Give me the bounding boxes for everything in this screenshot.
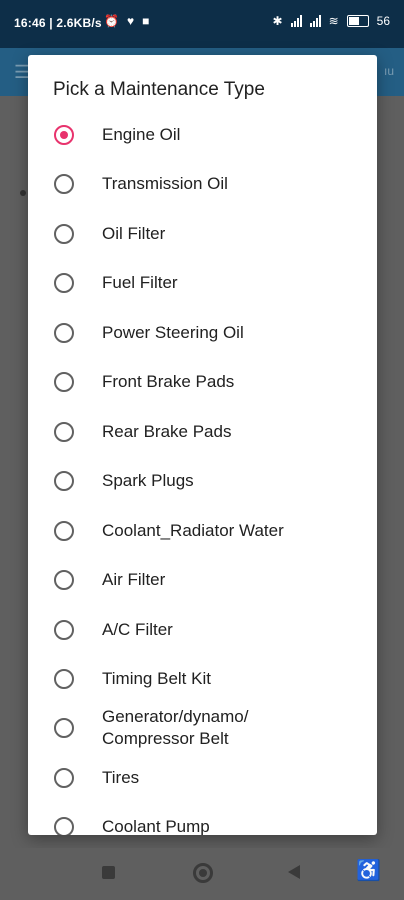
option-transmission-oil[interactable]: Transmission Oil bbox=[28, 162, 377, 206]
option-air-filter[interactable]: Air Filter bbox=[28, 558, 377, 602]
option-label: Fuel Filter bbox=[102, 273, 178, 292]
radio-unchecked-icon[interactable] bbox=[54, 817, 74, 835]
radio-unchecked-icon[interactable] bbox=[54, 422, 74, 442]
accessibility-icon[interactable]: ♿ bbox=[356, 858, 381, 883]
battery-icon bbox=[346, 15, 369, 27]
option-label: Spark Plugs bbox=[102, 471, 194, 490]
bluetooth-icon: ✱ bbox=[272, 14, 283, 28]
radio-checked-icon[interactable] bbox=[54, 125, 74, 145]
option-ac-filter[interactable]: A/C Filter bbox=[28, 608, 377, 652]
back-icon[interactable] bbox=[288, 865, 300, 879]
option-spark-plugs[interactable]: Spark Plugs bbox=[28, 459, 377, 503]
option-power-steering-oil[interactable]: Power Steering Oil bbox=[28, 311, 377, 355]
background-dot bbox=[20, 190, 26, 196]
option-label: Power Steering Oil bbox=[102, 323, 244, 342]
option-engine-oil[interactable]: Engine Oil bbox=[28, 113, 377, 157]
option-label: Generator/dynamo/ Compressor Belt bbox=[102, 707, 249, 748]
alarm-icon: ⏰ bbox=[104, 14, 119, 28]
radio-unchecked-icon[interactable] bbox=[54, 669, 74, 689]
option-label: Rear Brake Pads bbox=[102, 422, 232, 441]
radio-unchecked-icon[interactable] bbox=[54, 174, 74, 194]
option-label: Front Brake Pads bbox=[102, 372, 235, 391]
radio-unchecked-icon[interactable] bbox=[54, 323, 74, 343]
radio-unchecked-icon[interactable] bbox=[54, 768, 74, 788]
navigation-bar: ♿ bbox=[0, 848, 404, 900]
option-label: A/C Filter bbox=[102, 620, 173, 639]
recents-icon[interactable] bbox=[102, 866, 115, 879]
heart-icon: ♥ bbox=[126, 14, 135, 28]
signal-icon bbox=[290, 15, 302, 27]
radio-unchecked-icon[interactable] bbox=[54, 471, 74, 491]
option-label: Oil Filter bbox=[102, 224, 166, 243]
option-oil-filter[interactable]: Oil Filter bbox=[28, 212, 377, 256]
option-label: Tires bbox=[102, 768, 140, 787]
dialog-title: Pick a Maintenance Type bbox=[53, 79, 265, 100]
signal-icon bbox=[309, 15, 321, 27]
radio-unchecked-icon[interactable] bbox=[54, 372, 74, 392]
option-generator-compressor-belt[interactable]: Generator/dynamo/ Compressor Belt bbox=[28, 702, 377, 754]
home-icon[interactable] bbox=[193, 863, 213, 883]
radio-unchecked-icon[interactable] bbox=[54, 521, 74, 541]
app-bar-right-text: ıu bbox=[383, 64, 394, 78]
option-front-brake-pads[interactable]: Front Brake Pads bbox=[28, 360, 377, 404]
radio-unchecked-icon[interactable] bbox=[54, 718, 74, 738]
maintenance-type-dialog: Pick a Maintenance Type Engine Oil Trans… bbox=[28, 55, 377, 835]
radio-unchecked-icon[interactable] bbox=[54, 620, 74, 640]
radio-unchecked-icon[interactable] bbox=[54, 224, 74, 244]
status-time-speed: 16:46 | 2.6KB/s bbox=[14, 16, 102, 30]
option-label: Coolant Pump bbox=[102, 817, 210, 835]
status-right-icons: ✱ ≋ 56 bbox=[273, 14, 390, 28]
option-tires[interactable]: Tires bbox=[28, 756, 377, 800]
option-label: Engine Oil bbox=[102, 125, 181, 144]
battery-percent: 56 bbox=[376, 14, 390, 28]
notification-icon: ■ bbox=[142, 14, 150, 28]
status-left-icons: ⏰ ♥ ■ bbox=[104, 14, 149, 28]
option-fuel-filter[interactable]: Fuel Filter bbox=[28, 261, 377, 305]
option-coolant-pump[interactable]: Coolant Pump bbox=[28, 805, 377, 835]
status-bar: 16:46 | 2.6KB/s ⏰ ♥ ■ ✱ ≋ 56 bbox=[0, 0, 404, 48]
option-coolant-radiator-water[interactable]: Coolant_Radiator Water bbox=[28, 509, 377, 553]
option-label: Coolant_Radiator Water bbox=[102, 521, 284, 540]
option-timing-belt-kit[interactable]: Timing Belt Kit bbox=[28, 657, 377, 701]
wifi-icon: ≋ bbox=[328, 14, 339, 28]
option-label: Timing Belt Kit bbox=[102, 669, 211, 688]
option-label: Transmission Oil bbox=[102, 174, 228, 193]
option-label: Air Filter bbox=[102, 570, 166, 589]
radio-unchecked-icon[interactable] bbox=[54, 273, 74, 293]
radio-unchecked-icon[interactable] bbox=[54, 570, 74, 590]
option-rear-brake-pads[interactable]: Rear Brake Pads bbox=[28, 410, 377, 454]
